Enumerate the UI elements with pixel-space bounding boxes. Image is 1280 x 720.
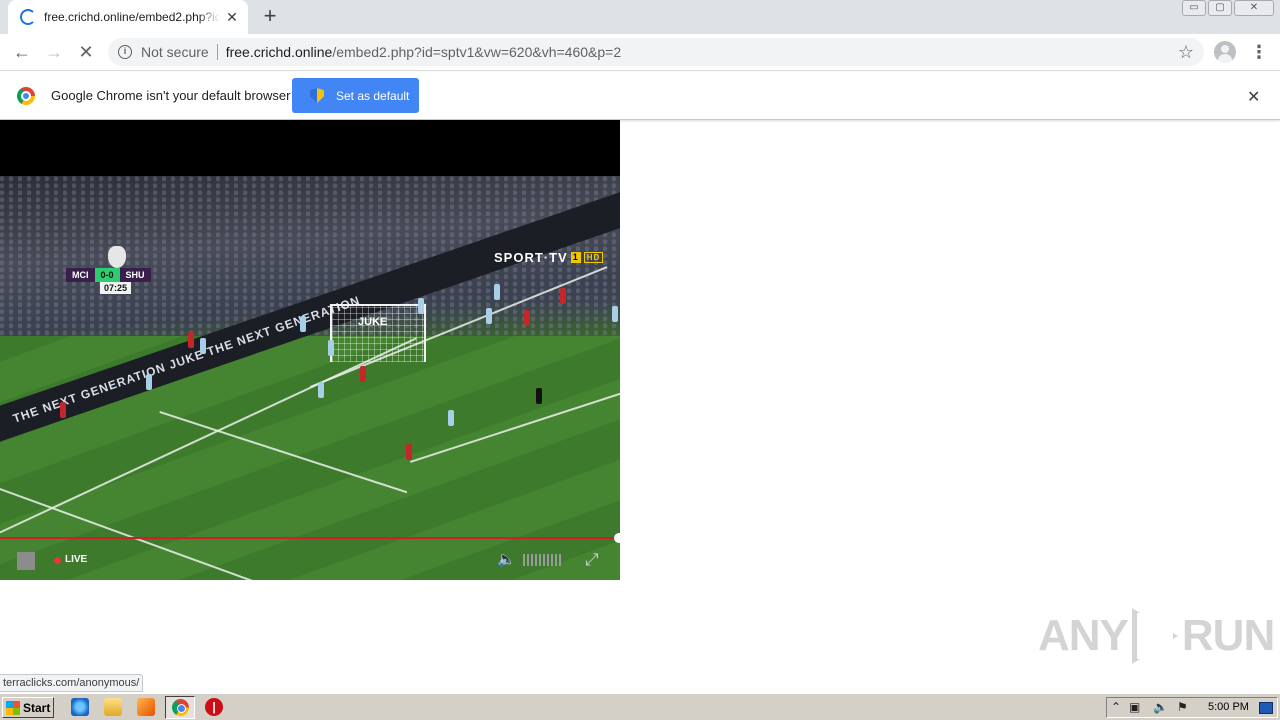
away-team: SHU (119, 268, 151, 282)
match-score: 0-0 (94, 268, 120, 282)
player-figure (560, 288, 566, 304)
url-path: /embed2.php?id=sptv1&vw=620&vh=460&p=2 (332, 44, 622, 60)
live-indicator-icon (54, 557, 61, 564)
infobar-message: Google Chrome isn't your default browser (51, 88, 291, 103)
new-tab-button[interactable]: + (258, 5, 282, 29)
goal-net: JUKE (330, 304, 426, 362)
browser-tab[interactable]: free.crichd.online/embed2.php?id=sptv1&v… (8, 0, 248, 34)
player-figure (318, 382, 324, 398)
player-figure (524, 310, 530, 326)
omnibox-divider (216, 44, 218, 60)
tab-strip: free.crichd.online/embed2.php?id=sptv1&v… (0, 0, 1280, 34)
player-figure (146, 374, 152, 390)
taskbar-clock[interactable]: 5:00 PM (1208, 701, 1249, 713)
start-label: Start (23, 700, 51, 715)
video-frame[interactable]: THE NEXT GENERATION JUKE THE NEXT GENERA… (0, 176, 620, 580)
forward-arrow-icon[interactable]: → (42, 40, 66, 64)
info-icon[interactable]: i (118, 45, 132, 59)
channel-number: 1 (570, 252, 581, 263)
windows-logo-icon (6, 700, 20, 715)
goal-sponsor-text: JUKE (358, 316, 388, 328)
play-logo-icon (1131, 608, 1178, 664)
score-bug: MCI 0-0 SHU (66, 268, 151, 282)
tab-close-icon[interactable]: ✕ (224, 9, 240, 25)
set-as-default-label: Set as default (336, 88, 410, 103)
volume-slider[interactable] (523, 554, 563, 566)
player-controls: LIVE 🔈 ⤢ (0, 540, 620, 580)
window-controls: ▭ ▢ ✕ (1182, 0, 1274, 16)
stop-loading-icon[interactable]: ✕ (74, 40, 98, 64)
show-desktop-icon[interactable] (1259, 702, 1273, 714)
home-team: MCI (66, 268, 95, 282)
live-label: LIVE (65, 554, 88, 565)
player-figure (448, 410, 454, 426)
system-tray: ⌃ ▣ 🔈 ⚑ (1106, 697, 1278, 718)
chrome-menu-icon[interactable]: ⋮ (1250, 40, 1268, 64)
fullscreen-icon[interactable]: ⤢ (585, 551, 603, 569)
player-figure (188, 332, 194, 348)
restore-button[interactable]: ▢ (1208, 0, 1232, 16)
url-host: free.crichd.online (225, 44, 333, 60)
video-player[interactable]: THE NEXT GENERATION JUKE THE NEXT GENERA… (0, 120, 620, 580)
player-figure (612, 306, 618, 322)
media-player-icon[interactable] (137, 698, 155, 716)
tab-title: free.crichd.online/embed2.php?id=sptv1&v… (44, 10, 220, 24)
internet-explorer-icon[interactable] (71, 698, 89, 716)
player-figure (418, 298, 424, 314)
browser-toolbar: ← → ✕ i Not secure free.crichd.online/em… (0, 34, 1280, 71)
profile-avatar-icon[interactable] (1214, 41, 1236, 63)
link-status-bubble: terraclicks.com/anonymous/ (0, 674, 144, 692)
player-figure (486, 308, 492, 324)
player-figure (494, 284, 500, 300)
uac-shield-icon (310, 88, 324, 103)
premier-league-logo-icon (108, 246, 126, 268)
windows-taskbar: Start | ⌃ ▣ 🔈 ⚑ 5:00 PM (0, 693, 1280, 720)
volume-icon[interactable]: 🔈 (1153, 700, 1168, 714)
chrome-logo-icon (17, 87, 35, 105)
player-figure (200, 338, 206, 354)
mute-speaker-icon[interactable]: 🔈 (497, 552, 516, 568)
security-label[interactable]: Not secure (141, 44, 209, 60)
address-bar[interactable]: i Not secure free.crichd.online/embed2.p… (108, 38, 1204, 66)
file-explorer-icon[interactable] (104, 698, 122, 716)
stop-button[interactable] (17, 552, 35, 570)
start-button[interactable]: Start (2, 697, 54, 718)
window-close-button[interactable]: ✕ (1234, 0, 1274, 16)
show-hidden-icons-icon[interactable]: ⌃ (1111, 700, 1121, 714)
infobar-close-icon[interactable]: ✕ (1247, 87, 1260, 107)
player-figure (300, 316, 306, 332)
back-arrow-icon[interactable]: ← (10, 40, 34, 64)
match-clock: 07:25 (100, 282, 132, 294)
bookmark-star-icon[interactable]: ☆ (1178, 42, 1194, 63)
player-figure (60, 402, 66, 418)
player-figure (360, 366, 366, 382)
player-figure (328, 340, 334, 356)
minimize-button[interactable]: ▭ (1182, 0, 1206, 16)
set-as-default-button[interactable]: Set as default (292, 78, 419, 113)
anyrun-watermark: ANY RUN (1038, 608, 1275, 664)
channel-name: SPORT·TV (494, 250, 568, 265)
watermark-left: ANY (1038, 611, 1129, 660)
referee-figure (536, 388, 542, 404)
loading-spinner-icon (20, 9, 36, 25)
action-center-flag-icon[interactable]: ⚑ (1177, 700, 1188, 714)
channel-quality: HD (583, 252, 604, 263)
channel-logo: SPORT·TV 1 HD (494, 250, 604, 265)
chrome-taskbar-icon (172, 699, 189, 716)
network-icon[interactable]: ▣ (1129, 700, 1140, 714)
progress-bar[interactable] (0, 537, 620, 539)
player-figure (406, 444, 412, 460)
opera-icon[interactable]: | (205, 698, 223, 716)
chrome-taskbar-button[interactable] (165, 696, 195, 719)
default-browser-infobar: Google Chrome isn't your default browser… (0, 72, 1280, 120)
watermark-right: RUN (1181, 611, 1275, 660)
